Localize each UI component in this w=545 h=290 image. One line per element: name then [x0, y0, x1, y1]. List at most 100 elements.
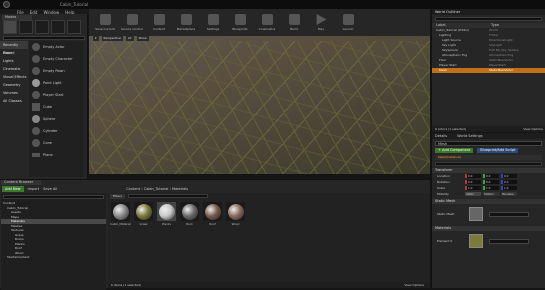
perspective-button[interactable]: Perspective [101, 36, 123, 41]
details-search-input[interactable] [435, 162, 542, 166]
light-icon [32, 79, 40, 87]
modes-search-input[interactable] [3, 36, 85, 40]
mesh-picker[interactable] [489, 211, 529, 217]
settings-button[interactable]: Settings [201, 11, 225, 33]
viewport-options-button[interactable]: ▾ [93, 36, 99, 41]
list-item[interactable]: Empty Character [29, 53, 84, 65]
element-label: Element 0 [437, 239, 453, 243]
window-title: Cabin_Tutorial [60, 2, 89, 7]
list-item[interactable]: Sphere [29, 113, 84, 125]
pawn-icon [32, 67, 40, 75]
content-icon [153, 14, 165, 25]
asset-view: Filters Cabin_Material Grass Planks Rock… [108, 193, 430, 282]
tree-item[interactable]: StarterContent [1, 255, 106, 260]
launch-button[interactable]: Launch [336, 11, 360, 33]
blueprint-add-script-button[interactable]: Blueprint/Add Script [477, 148, 519, 153]
table-row[interactable]: Mesh StaticMeshActor [432, 68, 545, 73]
play-button[interactable]: Play [309, 11, 333, 33]
tab-world-settings[interactable]: World Settings [457, 133, 483, 139]
asset-tile[interactable]: Wood [226, 202, 245, 226]
build-icon [288, 14, 300, 25]
actor-name-field[interactable]: Mesh [435, 141, 542, 146]
build-button[interactable]: Build [282, 11, 306, 33]
landscape-mode-icon[interactable] [35, 20, 49, 34]
breadcrumb-cabin-tutorial[interactable]: Cabin_Tutorial [144, 187, 169, 191]
place-mode-icon[interactable] [3, 20, 17, 34]
list-item[interactable]: Plane [29, 149, 84, 161]
save-current-button[interactable]: Save Current [93, 11, 117, 33]
details-buttons: + Add Component Blueprint/Add Script [432, 148, 545, 153]
world-outliner: World Outliner Label Type Cabin_Tutorial… [431, 9, 545, 132]
lit-button[interactable]: Lit [125, 36, 134, 41]
static-mesh-label: Static Mesh [437, 212, 455, 216]
add-component-button[interactable]: + Add Component [435, 148, 474, 153]
tab-world-outliner[interactable]: World Outliner [432, 9, 545, 15]
list-item[interactable]: Cylinder [29, 125, 84, 137]
category-all-classes[interactable]: All Classes [0, 97, 28, 105]
content-browser-toolbar: Add New Import Save All Content › Cabin_… [2, 185, 430, 192]
material-thumbnail[interactable] [469, 234, 483, 248]
category-lights[interactable]: Lights [0, 57, 28, 65]
details-tabs: Details World Settings [432, 133, 545, 139]
asset-tile[interactable]: Planks [157, 202, 176, 226]
list-item[interactable]: Cone [29, 137, 84, 149]
add-new-button[interactable]: Add New [2, 185, 24, 192]
gear-icon [207, 14, 219, 25]
category-visual-effects[interactable]: Visual Effects [0, 73, 28, 81]
grass-terrain [89, 41, 430, 174]
content-button[interactable]: Content [147, 11, 171, 33]
marketplace-icon [180, 14, 192, 25]
static-mesh-row: Static Mesh [432, 204, 545, 224]
outliner-search-input[interactable] [435, 17, 542, 21]
marketplace-button[interactable]: Marketplace [174, 11, 198, 33]
filters-button[interactable]: Filters [110, 193, 125, 199]
play-icon [316, 14, 327, 25]
blueprints-button[interactable]: Blueprints [228, 11, 252, 33]
source-control-icon [126, 14, 138, 25]
mesh-thumbnail[interactable] [469, 207, 483, 221]
tab-details[interactable]: Details [435, 133, 447, 139]
cb-view-options-button[interactable]: View Options [404, 282, 424, 288]
geometry-mode-icon[interactable] [67, 20, 81, 34]
launch-icon [342, 14, 354, 25]
list-item[interactable]: Empty Actor [29, 41, 84, 53]
viewport-toolbar: ▾ Perspective Lit Show [93, 36, 413, 41]
material-sphere-icon [227, 203, 244, 220]
list-item[interactable]: Point Light [29, 77, 84, 89]
breadcrumb: Content › Cabin_Tutorial › Materials [126, 186, 189, 191]
component-instance[interactable]: Mesh(Instance) [435, 155, 542, 160]
foliage-mode-icon[interactable] [51, 20, 65, 34]
asset-tile[interactable]: Grass [134, 202, 153, 226]
source-control-button[interactable]: Source Control [120, 11, 144, 33]
title-bar: Cabin_Tutorial [0, 0, 545, 9]
asset-tile[interactable]: Roof [203, 202, 222, 226]
breadcrumb-materials[interactable]: Materials [172, 187, 188, 191]
modes-categories: Recently Placed Basic Lights Cinematic V… [0, 41, 28, 103]
modes-items-list: Empty Actor Empty Character Empty Pawn P… [29, 41, 84, 177]
list-item[interactable]: Player Start [29, 89, 84, 101]
category-geometry[interactable]: Geometry [0, 81, 28, 89]
content-browser-footer: 6 items (1 selected) View Options [108, 282, 430, 288]
breadcrumb-content[interactable]: Content [126, 187, 140, 191]
category-volumes[interactable]: Volumes [0, 89, 28, 97]
asset-tile[interactable]: Cabin_Material [110, 202, 131, 226]
list-item[interactable]: Empty Pawn [29, 65, 84, 77]
show-button[interactable]: Show [136, 36, 149, 41]
asset-tile[interactable]: Rock [180, 202, 199, 226]
outliner-footer: 9 actors (1 selected) View Options [432, 126, 545, 132]
main-toolbar: Save Current Source Control Content Mark… [89, 9, 430, 36]
view-options-button[interactable]: View Options [523, 126, 543, 132]
category-recently-placed[interactable]: Recently Placed [0, 41, 28, 55]
folder-search-input[interactable] [3, 195, 104, 199]
category-cinematic[interactable]: Cinematic [0, 65, 28, 73]
import-button[interactable]: Import [28, 187, 40, 191]
save-all-button[interactable]: Save All [43, 187, 57, 191]
list-item[interactable]: Cube [29, 101, 84, 113]
cinematics-button[interactable]: Cinematics [255, 11, 279, 33]
material-picker[interactable] [489, 238, 529, 244]
asset-search-input[interactable] [128, 194, 208, 198]
material-sphere-icon [112, 203, 129, 220]
paint-mode-icon[interactable] [19, 20, 33, 34]
cylinder-icon [32, 127, 40, 135]
mobility-row: Mobility Static Station Movable [432, 191, 545, 197]
